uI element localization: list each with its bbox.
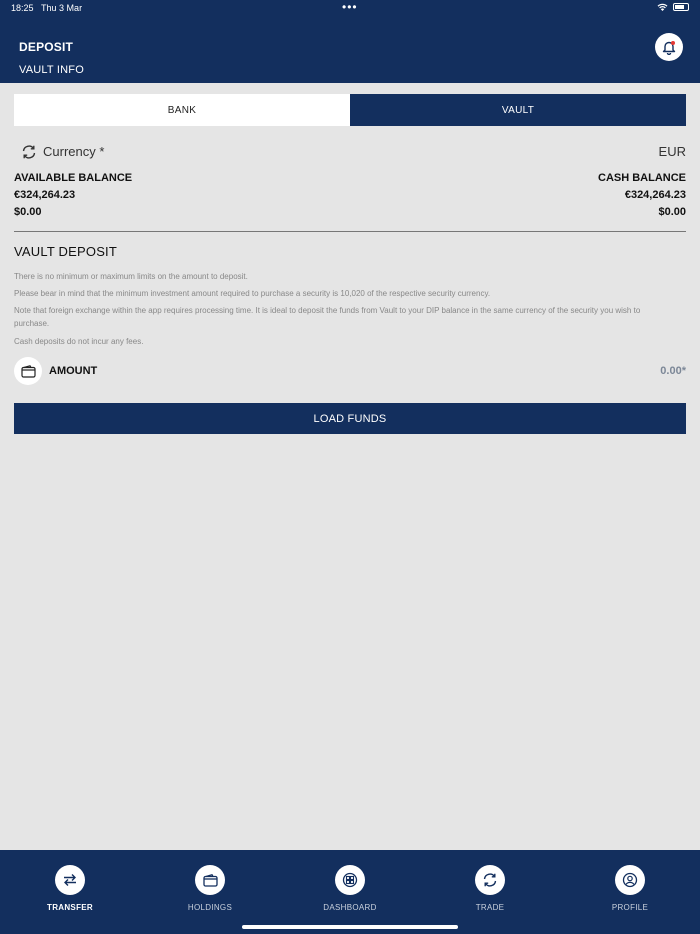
nav-icon-badge [615, 865, 645, 895]
wallet-icon [20, 364, 36, 378]
notifications-button[interactable] [655, 33, 683, 61]
cash-balance-usd: $0.00 [658, 206, 686, 218]
page-title: DEPOSIT [19, 40, 74, 54]
nav-label: HOLDINGS [187, 903, 233, 912]
status-time: 18:25 Thu 3 Mar [11, 3, 83, 13]
nav-icon-badge [335, 865, 365, 895]
nav-item-dashboard[interactable]: DASHBOARD [305, 865, 395, 912]
amount-input[interactable]: 0.00* [660, 365, 686, 377]
tab-vault[interactable]: VAULT [350, 94, 686, 126]
amount-label: AMOUNT [49, 365, 98, 377]
nav-icon-badge [195, 865, 225, 895]
page-subtitle[interactable]: VAULT INFO [19, 64, 84, 76]
deposit-note: Note that foreign exchange within the ap… [14, 306, 641, 328]
transfer-icon [64, 874, 76, 886]
currency-selector[interactable]: Currency * EUR [14, 143, 686, 161]
nav-icon-badge [475, 865, 505, 895]
available-balance-label: AVAILABLE BALANCE [14, 172, 133, 184]
refresh-icon [22, 145, 36, 159]
home-indicator[interactable] [242, 925, 458, 929]
profile-icon [622, 872, 638, 888]
deposit-note: Please bear in mind that the minimum inv… [14, 289, 491, 298]
vault-deposit-title: VAULT DEPOSIT [14, 244, 118, 259]
nav-item-profile[interactable]: PROFILE [585, 865, 675, 912]
app-header: 18:25 Thu 3 Mar ••• DEPOSIT VAULT INFO [0, 0, 700, 83]
nav-item-trade[interactable]: TRADE [445, 865, 535, 912]
nav-item-transfer[interactable]: TRANSFER [25, 865, 115, 912]
deposit-tabs: BANK VAULT [14, 94, 686, 126]
deposit-note: Cash deposits do not incur any fees. [14, 337, 144, 346]
currency-value: EUR [658, 144, 686, 159]
currency-label: Currency * [43, 144, 105, 159]
cash-balance-eur: €324,264.23 [624, 189, 686, 201]
divider [14, 231, 686, 232]
amount-field[interactable]: AMOUNT 0.00* [14, 357, 686, 385]
nav-label: TRADE [475, 903, 505, 912]
nav-icon-badge [55, 865, 85, 895]
refresh-icon [483, 873, 497, 887]
multitasking-dots-icon[interactable]: ••• [342, 1, 358, 13]
load-funds-button[interactable]: LOAD FUNDS [14, 403, 686, 434]
wifi-icon [657, 3, 668, 11]
notification-badge [671, 41, 675, 45]
amount-icon-badge [14, 357, 42, 385]
nav-label: TRANSFER [47, 903, 93, 912]
status-bar: 18:25 Thu 3 Mar ••• [0, 0, 700, 18]
bottom-nav: TRANSFER HOLDINGS DASHBOARD TRADE PROFIL… [0, 850, 700, 934]
nav-label: PROFILE [611, 903, 649, 912]
available-balance-eur: €324,264.23 [14, 189, 76, 201]
tab-bank[interactable]: BANK [14, 94, 350, 126]
deposit-note: There is no minimum or maximum limits on… [14, 272, 248, 281]
dashboard-icon [342, 872, 358, 888]
nav-label: DASHBOARD [323, 903, 377, 912]
cash-balance-label: CASH BALANCE [598, 172, 686, 184]
nav-item-holdings[interactable]: HOLDINGS [165, 865, 255, 912]
available-balance-usd: $0.00 [14, 206, 42, 218]
wallet-icon [202, 873, 218, 887]
status-icons [657, 3, 689, 11]
battery-icon [673, 3, 689, 11]
